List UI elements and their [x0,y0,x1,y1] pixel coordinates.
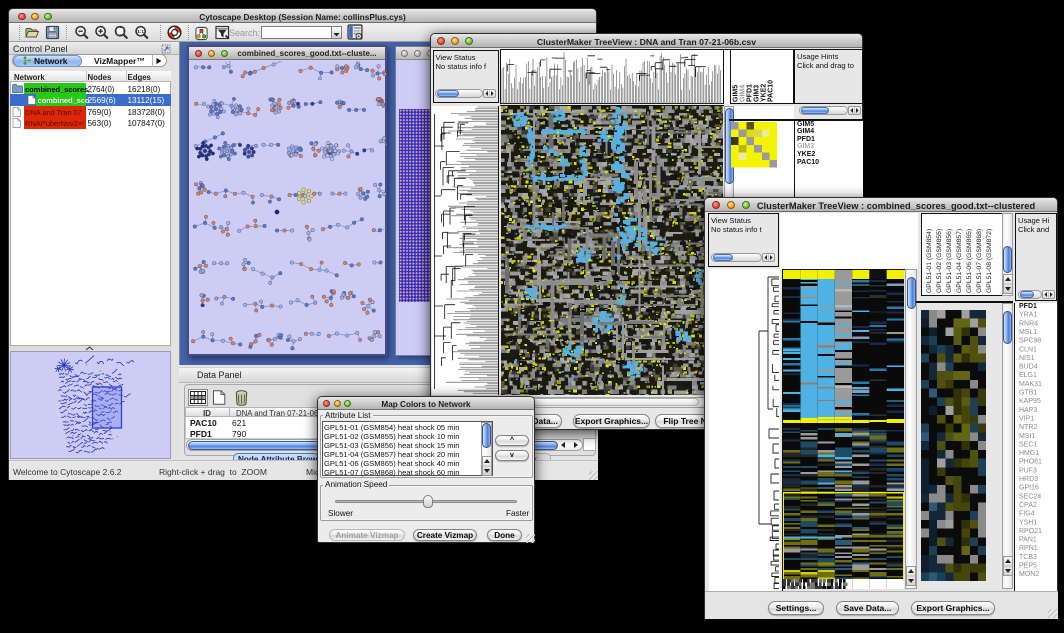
svg-text:YKE2: YKE2 [761,83,768,101]
svg-text:1:1: 1:1 [137,29,144,34]
svg-text:PAC10: PAC10 [768,79,775,101]
svg-text:GPL51-02 (GSM855): GPL51-02 (GSM855) [936,229,943,293]
svg-text:GPL51-08 (GSM872): GPL51-08 (GSM872) [986,229,993,293]
svg-text:GIM5: GIM5 [733,84,740,101]
svg-text:GPL51-06 (GSM865): GPL51-06 (GSM865) [966,229,973,293]
svg-text:GPL51-07 (GSM868): GPL51-07 (GSM868) [976,229,983,293]
svg-text:GIM3: GIM3 [754,84,761,101]
svg-text:GPL51-04 (GSM857): GPL51-04 (GSM857) [956,229,963,293]
svg-text:GIM4: GIM4 [740,84,747,101]
svg-text:PFD1: PFD1 [747,84,754,102]
svg-text:GPL51-03 (GSM856): GPL51-03 (GSM856) [946,229,953,293]
svg-text:GPL51-01 (GSM854): GPL51-01 (GSM854) [926,229,933,293]
